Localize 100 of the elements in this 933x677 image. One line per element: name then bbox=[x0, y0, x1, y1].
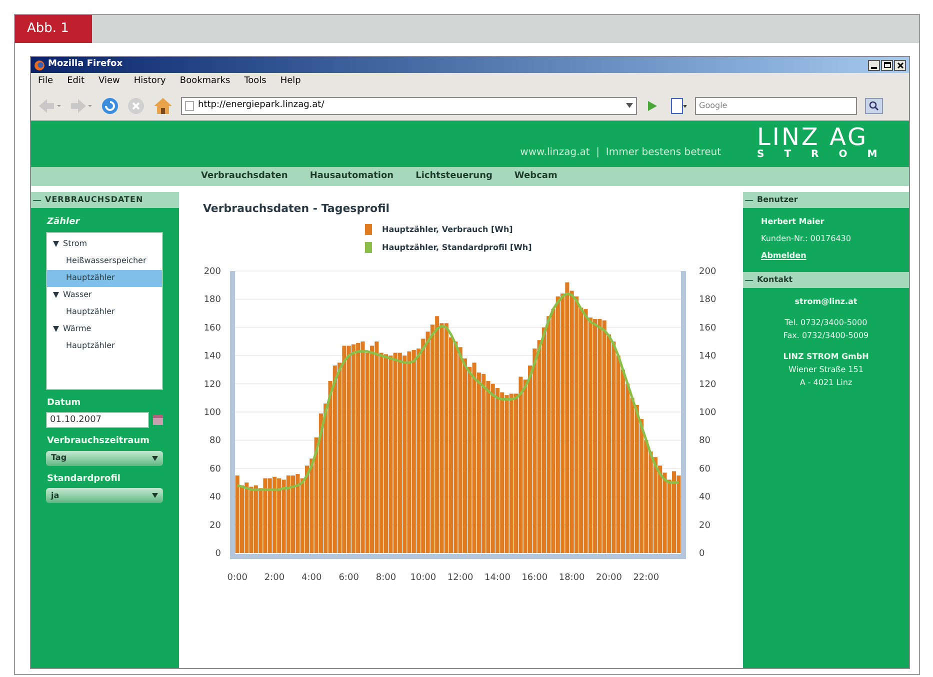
menu-item[interactable]: Edit bbox=[67, 75, 84, 89]
axis-label: 180 bbox=[204, 294, 221, 305]
dropdown-arrow-icon[interactable] bbox=[626, 103, 633, 108]
axis-label: 0:00 bbox=[227, 572, 248, 582]
axis-label: 80 bbox=[210, 436, 221, 446]
axis-label: 20 bbox=[699, 520, 710, 530]
tree-row[interactable]: Strom bbox=[47, 236, 162, 252]
tree-item[interactable]: Hauptzähler bbox=[47, 338, 162, 354]
menu-item[interactable]: Help bbox=[280, 75, 301, 89]
home-icon[interactable] bbox=[153, 96, 173, 114]
nav-link[interactable]: Webcam bbox=[514, 170, 558, 184]
profile-dropdown[interactable]: ja bbox=[46, 488, 163, 503]
axis-label: 160 bbox=[204, 322, 221, 333]
caret-icon[interactable] bbox=[53, 241, 59, 247]
page-icon bbox=[185, 100, 194, 110]
fax-text: Fax. 0732/3400-5009 bbox=[783, 330, 869, 342]
axis-label: 0 bbox=[699, 548, 705, 558]
tree-label: Strom bbox=[63, 238, 88, 250]
field-label: Verbrauchszeitraum bbox=[47, 435, 151, 448]
street-text: Wiener Straße 151 bbox=[788, 364, 864, 376]
axis-label: 180 bbox=[699, 294, 716, 305]
tagline: www.linzag.at | Immer bestens betreut bbox=[520, 146, 721, 160]
period-dropdown[interactable]: Tag bbox=[46, 450, 163, 466]
axis-label: 20:00 bbox=[596, 572, 622, 582]
axis-label: 14:00 bbox=[484, 572, 510, 582]
menu-item[interactable]: View bbox=[98, 75, 120, 89]
tree-row[interactable]: Wasser bbox=[47, 286, 162, 304]
axis-label: 200 bbox=[204, 266, 221, 276]
reload-icon[interactable] bbox=[101, 96, 119, 114]
tree-item[interactable]: Heißwasserspeicher bbox=[47, 252, 162, 270]
axis-label: 18:00 bbox=[558, 572, 585, 582]
logo-text: LINZ AG bbox=[757, 125, 868, 149]
dropdown-value: ja bbox=[51, 490, 60, 502]
axis-label: 100 bbox=[699, 408, 716, 418]
tree-item[interactable]: Hauptzähler bbox=[47, 270, 162, 286]
caret-icon[interactable] bbox=[53, 326, 59, 332]
axis-label: 120 bbox=[204, 379, 221, 390]
axis-label: 0 bbox=[215, 548, 221, 558]
axis-label: 8:00 bbox=[376, 572, 396, 582]
axis-label: 2:00 bbox=[264, 572, 285, 582]
user-name: Herbert Maier bbox=[761, 216, 826, 228]
minimize-button[interactable] bbox=[868, 60, 880, 70]
email-text: strom@linz.at bbox=[794, 296, 858, 308]
phone-text: Tel. 0732/3400-5000 bbox=[784, 317, 868, 329]
axis-label: 12:00 bbox=[447, 572, 474, 582]
window-title: Mozilla Firefox bbox=[48, 58, 123, 72]
axis-label: 22:00 bbox=[633, 572, 660, 582]
menu-item[interactable]: History bbox=[134, 75, 166, 89]
axis-label: 40 bbox=[210, 492, 221, 502]
axis-label: 20 bbox=[210, 520, 221, 530]
close-button[interactable] bbox=[894, 60, 906, 70]
figure-label: Abb. 1 bbox=[15, 15, 92, 43]
axis-label: 60 bbox=[210, 464, 221, 474]
date-field[interactable]: 01.10.2007 bbox=[46, 412, 149, 428]
axis-label: 4:00 bbox=[302, 572, 322, 582]
axis-label: 10:00 bbox=[410, 572, 436, 582]
axis-label: 200 bbox=[699, 266, 716, 276]
legend-label: Hauptzähler, Standardprofil [Wh] bbox=[382, 242, 532, 254]
tree-row[interactable]: Wärme bbox=[47, 320, 162, 338]
company-name: LINZ STROM GmbH bbox=[783, 351, 869, 363]
panel-title: Benutzer bbox=[757, 194, 798, 206]
search-engine-icon[interactable] bbox=[671, 98, 687, 114]
axis-label: 140 bbox=[204, 351, 221, 362]
nav-link[interactable]: Lichtsteuerung bbox=[416, 170, 492, 184]
caret-icon bbox=[152, 493, 158, 498]
search-icon[interactable] bbox=[865, 98, 883, 114]
nav-link[interactable]: Hausautomation bbox=[310, 170, 394, 184]
menu-item[interactable]: Bookmarks bbox=[180, 75, 230, 89]
dropdown-value: Tag bbox=[51, 452, 67, 464]
menu-item[interactable]: Tools bbox=[244, 75, 266, 89]
caret-icon bbox=[152, 456, 158, 460]
field-label: Datum bbox=[47, 396, 82, 410]
axis-label: 40 bbox=[699, 492, 710, 502]
caret-icon[interactable] bbox=[53, 292, 59, 298]
tree-label: Wasser bbox=[63, 289, 92, 301]
axis-label: 60 bbox=[699, 464, 710, 474]
nav-link[interactable]: Verbrauchsdaten bbox=[201, 170, 288, 184]
axis-label: 100 bbox=[204, 408, 221, 418]
panel-title: Kontakt bbox=[757, 274, 793, 286]
customer-number: Kunden-Nr.: 00176430 bbox=[761, 233, 852, 245]
address-field[interactable]: http://energiepark.linzag.at/ bbox=[181, 96, 637, 114]
close-icon[interactable] bbox=[896, 62, 904, 68]
field-label: Zähler bbox=[47, 216, 82, 229]
axis-label: 120 bbox=[699, 379, 716, 390]
axis-label: 80 bbox=[699, 436, 710, 446]
tree-item[interactable]: Hauptzähler bbox=[47, 304, 162, 320]
menu-item[interactable]: File bbox=[38, 75, 54, 89]
field-label: Standardprofil bbox=[47, 472, 122, 486]
axis-label: 160 bbox=[699, 322, 716, 333]
axis-label: 16:00 bbox=[522, 572, 548, 582]
city-text: A - 4021 Linz bbox=[800, 377, 852, 389]
maximize-button[interactable] bbox=[881, 60, 893, 70]
search-field[interactable]: Google bbox=[695, 96, 857, 114]
logo-subtext: STROM bbox=[757, 149, 898, 161]
tree-list[interactable]: Strom Heißwasserspeicher Hauptzähler Wasser Hauptzähler Wärme Hauptzähler bbox=[46, 232, 163, 390]
url-text: http://energiepark.linzag.at/ bbox=[198, 98, 324, 112]
axis-label: 6:00 bbox=[338, 572, 359, 582]
axis-label: 140 bbox=[699, 351, 716, 362]
fox-icon bbox=[34, 60, 45, 70]
panel-title: VERBRAUCHSDATEN bbox=[45, 194, 144, 206]
